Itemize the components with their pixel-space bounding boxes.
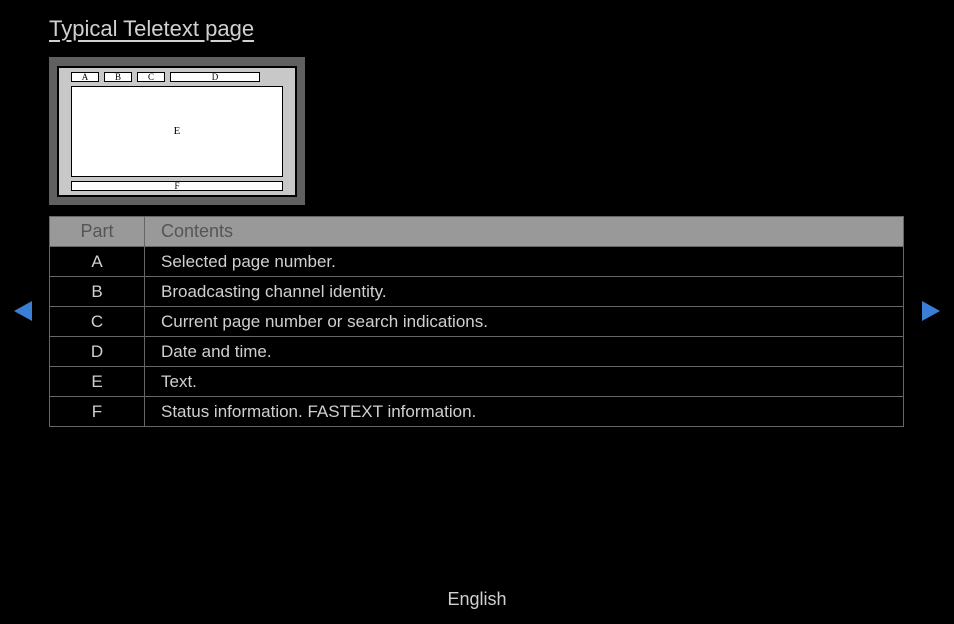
diagram-box-d: D: [170, 72, 260, 82]
cell-contents: Date and time.: [145, 337, 904, 367]
diagram-box-c: C: [137, 72, 165, 82]
header-contents: Contents: [145, 217, 904, 247]
cell-contents: Broadcasting channel identity.: [145, 277, 904, 307]
page-title: Typical Teletext page: [49, 16, 254, 42]
table-row: C Current page number or search indicati…: [50, 307, 904, 337]
table-header-row: Part Contents: [50, 217, 904, 247]
parts-table: Part Contents A Selected page number. B …: [49, 216, 904, 427]
arrow-left-icon: [14, 301, 32, 321]
cell-part: B: [50, 277, 145, 307]
diagram-box-e: E: [71, 86, 283, 177]
arrow-right-icon: [922, 301, 940, 321]
cell-contents: Status information. FASTEXT information.: [145, 397, 904, 427]
table-row: A Selected page number.: [50, 247, 904, 277]
nav-prev-button[interactable]: [14, 301, 32, 326]
diagram-top-row: A B C D: [71, 72, 283, 82]
table-row: F Status information. FASTEXT informatio…: [50, 397, 904, 427]
cell-part: D: [50, 337, 145, 367]
table-row: D Date and time.: [50, 337, 904, 367]
diagram-frame: A B C D E F: [57, 66, 297, 197]
diagram-box-b: B: [104, 72, 132, 82]
cell-contents: Current page number or search indication…: [145, 307, 904, 337]
table-row: B Broadcasting channel identity.: [50, 277, 904, 307]
cell-part: E: [50, 367, 145, 397]
cell-contents: Selected page number.: [145, 247, 904, 277]
diagram-box-a: A: [71, 72, 99, 82]
nav-next-button[interactable]: [922, 301, 940, 326]
teletext-diagram: A B C D E F: [49, 57, 305, 205]
table-row: E Text.: [50, 367, 904, 397]
cell-part: A: [50, 247, 145, 277]
cell-contents: Text.: [145, 367, 904, 397]
cell-part: C: [50, 307, 145, 337]
footer-language: English: [0, 589, 954, 610]
diagram-box-f: F: [71, 181, 283, 191]
cell-part: F: [50, 397, 145, 427]
header-part: Part: [50, 217, 145, 247]
